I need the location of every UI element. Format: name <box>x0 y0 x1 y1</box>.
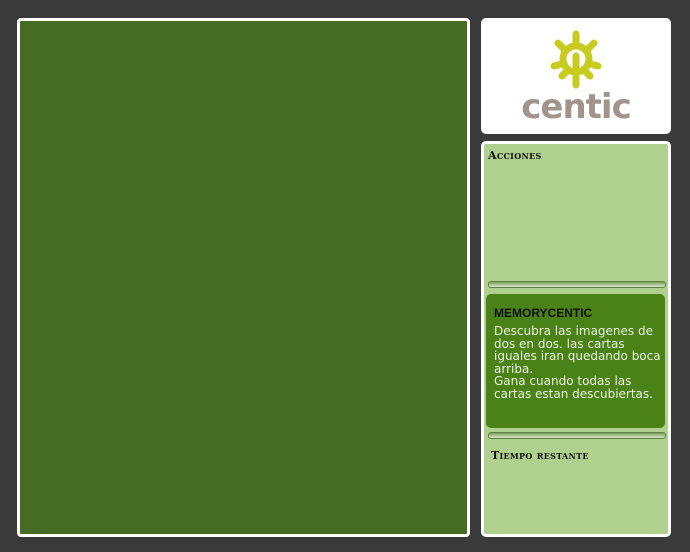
divider <box>488 281 666 288</box>
info-line: Descubra las imagenes de dos en dos. las… <box>494 324 661 376</box>
divider <box>488 432 666 439</box>
sun-gear-icon <box>550 30 602 89</box>
info-text: Descubra las imagenes de dos en dos. las… <box>494 325 664 400</box>
logo-wordmark: centic <box>521 87 631 127</box>
info-title: MEMORYCENTIC <box>494 306 593 320</box>
info-line: Gana cuando todas las cartas estan descu… <box>494 374 653 401</box>
actions-area <box>488 166 664 276</box>
time-remaining-title: Tiempo restante <box>491 449 589 462</box>
time-remaining-area <box>488 466 664 526</box>
actions-title: Acciones <box>488 149 542 162</box>
game-board[interactable] <box>17 18 470 537</box>
